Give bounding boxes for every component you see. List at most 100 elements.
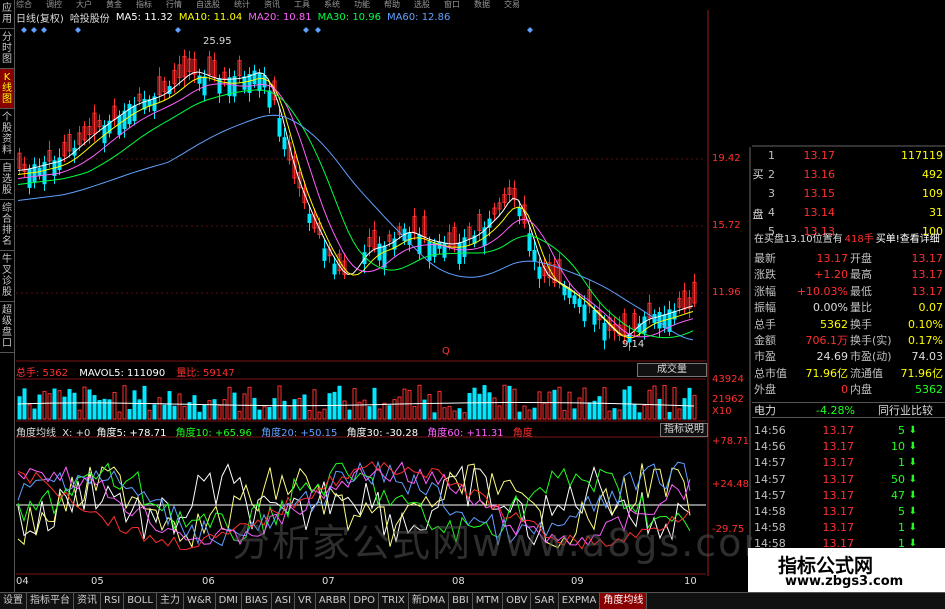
candle[interactable] — [537, 266, 542, 279]
volume-bar[interactable] — [37, 394, 42, 420]
volume-bar[interactable] — [77, 409, 82, 420]
volume-bar[interactable] — [352, 388, 357, 420]
volume-bar[interactable] — [182, 405, 187, 420]
menu-item-13[interactable]: 选股 — [414, 0, 430, 10]
volume-bar[interactable] — [377, 408, 382, 420]
volume-bar[interactable] — [437, 390, 442, 420]
volume-bar[interactable] — [17, 396, 22, 420]
volume-bar[interactable] — [362, 399, 367, 420]
volume-bar[interactable] — [327, 393, 332, 420]
menu-item-5[interactable]: 行情 — [166, 0, 182, 10]
candle[interactable] — [332, 263, 337, 275]
tab-8[interactable]: BIAS — [242, 593, 272, 609]
volume-bar[interactable] — [142, 385, 147, 420]
order-book-row[interactable]: 2 13.16 492 — [752, 167, 945, 183]
volume-bar[interactable] — [202, 404, 207, 420]
volume-bar[interactable] — [512, 388, 517, 420]
volume-bar[interactable] — [447, 405, 452, 420]
sector-row[interactable]: 电力 -4.28% 同行业比较 — [752, 402, 945, 418]
volume-bar[interactable] — [597, 396, 602, 420]
tick-row[interactable]: 14:57 13.17 1 ⬇ — [752, 455, 945, 471]
volume-bar[interactable] — [547, 391, 552, 420]
menu-item-2[interactable]: 大户 — [76, 0, 92, 10]
menu-item-7[interactable]: 统计 — [234, 0, 250, 10]
volume-bar[interactable] — [227, 386, 232, 420]
volume-bar[interactable] — [577, 397, 582, 420]
event-marker-icon[interactable] — [527, 27, 533, 33]
tab-11[interactable]: ARBR — [316, 593, 351, 609]
tick-row[interactable]: 14:58 13.17 5 ⬇ — [752, 504, 945, 520]
volume-bar[interactable] — [467, 393, 472, 420]
volume-button[interactable]: 成交量 — [637, 363, 707, 377]
volume-bar[interactable] — [232, 392, 237, 420]
volume-bar[interactable] — [617, 409, 622, 420]
volume-bar[interactable] — [382, 402, 387, 420]
volume-bar[interactable] — [457, 408, 462, 420]
volume-bar[interactable] — [572, 408, 577, 420]
candle[interactable] — [257, 72, 262, 92]
volume-bar[interactable] — [112, 391, 117, 420]
tab-9[interactable]: ASI — [272, 593, 296, 609]
volume-bar[interactable] — [632, 404, 637, 420]
candle[interactable] — [197, 75, 202, 84]
volume-bar[interactable] — [237, 410, 242, 420]
menu-item-9[interactable]: 工具 — [294, 0, 310, 10]
volume-bar[interactable] — [132, 390, 137, 420]
order-book-row[interactable]: 3 13.15 109 — [752, 186, 945, 202]
sidebar-tab-2[interactable]: K线图 — [0, 69, 14, 109]
tab-17[interactable]: OBV — [503, 593, 532, 609]
menu-item-15[interactable]: 数据 — [474, 0, 490, 10]
candle[interactable] — [592, 309, 597, 325]
volume-bar[interactable] — [452, 410, 457, 420]
sidebar-tab-6[interactable]: 牛叉诊股 — [0, 251, 14, 302]
volume-bar[interactable] — [492, 397, 497, 420]
tab-16[interactable]: MTM — [473, 593, 504, 609]
volume-bar[interactable] — [57, 390, 62, 420]
volume-bar[interactable] — [347, 409, 352, 420]
tab-2[interactable]: 资讯 — [74, 593, 101, 609]
candle[interactable] — [227, 77, 232, 97]
volume-bar[interactable] — [552, 389, 557, 420]
candle[interactable] — [242, 76, 247, 90]
candle[interactable] — [267, 90, 272, 108]
indicator-tabs[interactable]: 设置 指标平台 资讯 RSI BOLL 主力 W&R DMI BIAS ASI VR ARBR DPO T… — [0, 592, 945, 609]
volume-bar[interactable] — [172, 405, 177, 420]
tab-10[interactable]: VR — [295, 593, 316, 609]
volume-bar[interactable] — [32, 408, 37, 420]
tab-14[interactable]: 新DMA — [409, 593, 450, 609]
volume-bar[interactable] — [52, 388, 57, 420]
candle[interactable] — [322, 248, 327, 261]
candle[interactable] — [277, 118, 282, 137]
volume-bar[interactable] — [337, 385, 342, 420]
menu-item-6[interactable]: 自选股 — [196, 0, 220, 10]
volume-bar[interactable] — [187, 402, 192, 420]
tab-0[interactable]: 设置 — [0, 593, 27, 609]
event-marker-icon[interactable] — [303, 27, 309, 33]
indicator-help-button[interactable]: 指标说明 — [660, 423, 708, 437]
candle[interactable] — [377, 243, 382, 261]
candle[interactable] — [307, 213, 312, 224]
tab-12[interactable]: DPO — [350, 593, 380, 609]
volume-bar[interactable] — [262, 406, 267, 420]
tab-19[interactable]: EXPMA — [559, 593, 601, 609]
volume-bar[interactable] — [192, 395, 197, 420]
volume-bar[interactable] — [587, 402, 592, 420]
volume-bar[interactable] — [207, 400, 212, 420]
volume-bar[interactable] — [537, 391, 542, 420]
volume-bar[interactable] — [297, 398, 302, 420]
menu-item-12[interactable]: 帮助 — [384, 0, 400, 10]
sidebar-tab-0[interactable]: 应用 — [0, 0, 14, 29]
volume-bar[interactable] — [667, 411, 672, 420]
tab-5[interactable]: 主力 — [157, 593, 184, 609]
event-marker-icon[interactable] — [41, 27, 47, 33]
volume-bar[interactable] — [162, 404, 167, 420]
tab-18[interactable]: SAR — [531, 593, 559, 609]
sidebar-tab-5[interactable]: 综合排名 — [0, 200, 14, 251]
tick-row[interactable]: 14:56 13.17 5 ⬇ — [752, 423, 945, 439]
menu-item-8[interactable]: 资讯 — [264, 0, 280, 10]
tab-7[interactable]: DMI — [216, 593, 242, 609]
volume-bar[interactable] — [592, 400, 597, 420]
candle[interactable] — [572, 295, 577, 305]
volume-bar[interactable] — [442, 407, 447, 420]
volume-bar[interactable] — [157, 397, 162, 420]
